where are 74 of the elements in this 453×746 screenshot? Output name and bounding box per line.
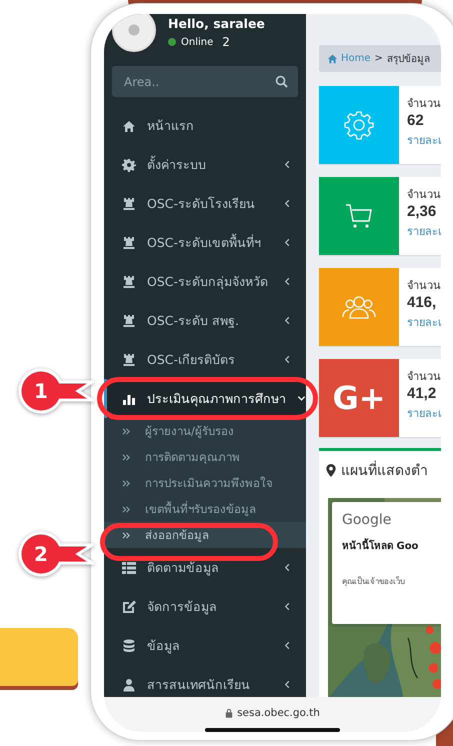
chevron-left-icon [283,316,292,325]
chevron-left-icon [283,563,292,572]
chevron-left-icon [283,199,292,208]
settings-icon [122,158,136,172]
menu-item[interactable]: สารสนเทศนักเรียน [104,665,306,697]
chess-rook-icon [122,352,136,366]
menu-item[interactable]: OSC-เกียรติบัตร [104,340,306,379]
info-box-label: จำนวน [407,187,441,203]
double-chevron-icon [122,532,131,538]
menu-item[interactable]: ตั้งค่าระบบ [104,145,306,184]
details-link[interactable]: รายละเ [407,131,441,149]
dialog-text: คุณเป็นเจ้าของเว็บ [342,575,406,588]
details-link[interactable]: รายละเ [407,313,441,331]
url-text[interactable]: sesa.obec.go.th [237,707,320,719]
google-plus-logo: G+ [332,379,386,417]
dialog-brand: Google [342,512,392,528]
menu-item[interactable]: OSC-ระดับโรงเรียน [104,184,306,223]
info-box-value: 41,2 [407,385,438,402]
details-link[interactable]: รายละเ [407,404,441,422]
info-box-label: จำนวน [407,369,441,385]
dialog-heading: หน้านี้โหลด Goo [342,538,441,553]
status-label: Online [181,36,214,48]
info-box-label: จำนวน [407,96,441,112]
home-icon [122,118,136,132]
chevron-left-icon [283,238,292,247]
list-icon [122,560,136,574]
menu-item[interactable]: ติดตามข้อมูล [104,548,306,587]
menu-item[interactable]: OSC-ระดับ สพฐ. [104,301,306,340]
home-icon [327,53,338,64]
breadcrumb-current: สรุปข้อมูล [386,52,430,66]
user-icon [122,678,136,692]
chess-rook-icon [122,274,136,288]
chevron-left-icon [283,355,292,364]
chevron-left-icon [283,277,292,286]
menu-item[interactable]: OSC-ระดับกลุ่มจังหวัด [104,262,306,301]
menu-item[interactable]: ข้อมูล [104,626,306,665]
info-box-value: 416, [407,294,438,311]
breadcrumb-separator: > [374,53,383,64]
database-icon [122,638,136,652]
search-field[interactable]: Area.. [112,66,298,97]
avatar [112,14,156,52]
info-box-value: 2,36 [407,203,438,220]
menu-item[interactable]: จัดการข้อมูล [104,587,306,626]
lock-icon [225,708,234,718]
chess-rook-icon [122,236,136,250]
chevron-left-icon [283,602,292,611]
users-icon [342,294,376,320]
info-box-value: 62 [407,112,425,129]
double-chevron-icon [122,506,131,512]
submenu-item[interactable]: การประเมินความพึงพอใจ [104,470,306,496]
chess-rook-icon [122,314,136,328]
chevron-left-icon [283,641,292,650]
double-chevron-icon [122,428,131,434]
submenu-item[interactable]: เขตพื้นที่ฯรับรองข้อมูล [104,496,306,522]
search-icon [275,75,288,88]
double-chevron-icon [122,480,131,486]
status-dot [168,38,176,46]
chevron-down-icon [297,394,306,403]
menu-item[interactable]: OSC-ระดับเขตพื้นที่ฯ [104,223,306,262]
submenu-item[interactable]: ผู้รายงาน/ผู้รับรอง [104,418,306,444]
details-link[interactable]: รายละเ [407,222,441,240]
info-box-label: จำนวน [407,278,441,294]
submenu-item[interactable]: การติดตามคุณภาพ [104,444,306,470]
chevron-left-icon [283,160,292,169]
double-chevron-icon [122,454,131,460]
online-count: 2 [222,35,230,49]
edit-icon [122,600,136,614]
chess-rook-icon [122,196,136,210]
map-pin-icon [326,464,336,476]
settings-icon [344,110,374,140]
chevron-left-icon [283,680,292,689]
map-title: แผนที่แสดงตำ [341,459,428,481]
user-greeting: Hello, saralee [168,16,265,31]
menu-item[interactable]: หน้าแรก [104,106,306,145]
